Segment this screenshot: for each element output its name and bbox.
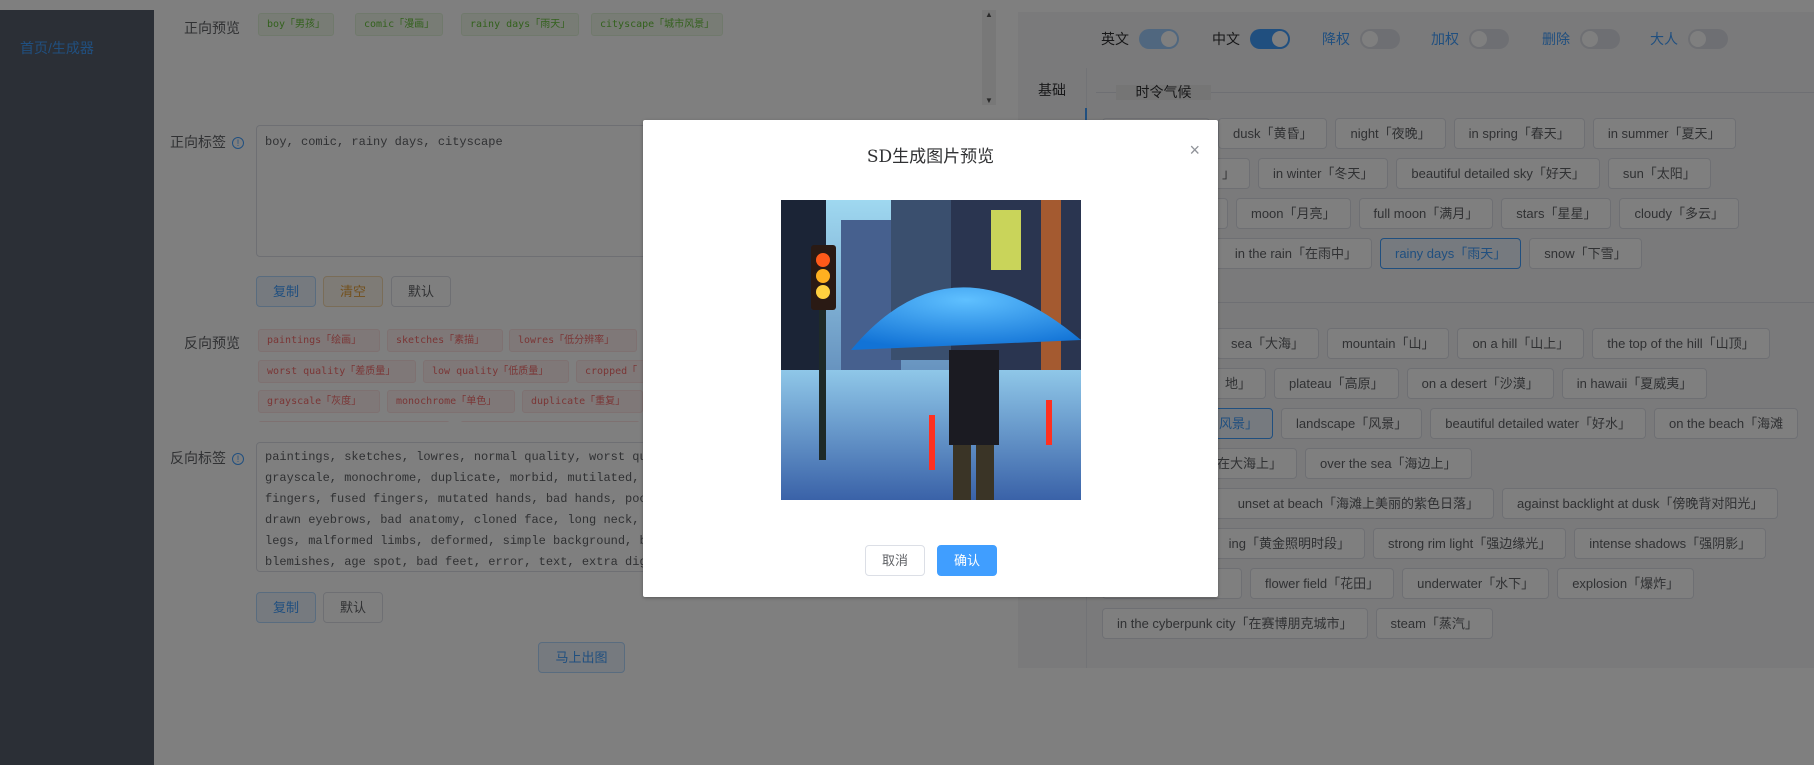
confirm-button[interactable]: 确认 [937, 545, 997, 576]
cancel-button[interactable]: 取消 [865, 545, 925, 576]
close-icon[interactable]: × [1189, 140, 1200, 161]
dialog-title: SD生成图片预览 [866, 147, 995, 167]
preview-dialog: SD生成图片预览 × 取消 确认 [643, 120, 1218, 597]
generated-image [781, 200, 1081, 500]
